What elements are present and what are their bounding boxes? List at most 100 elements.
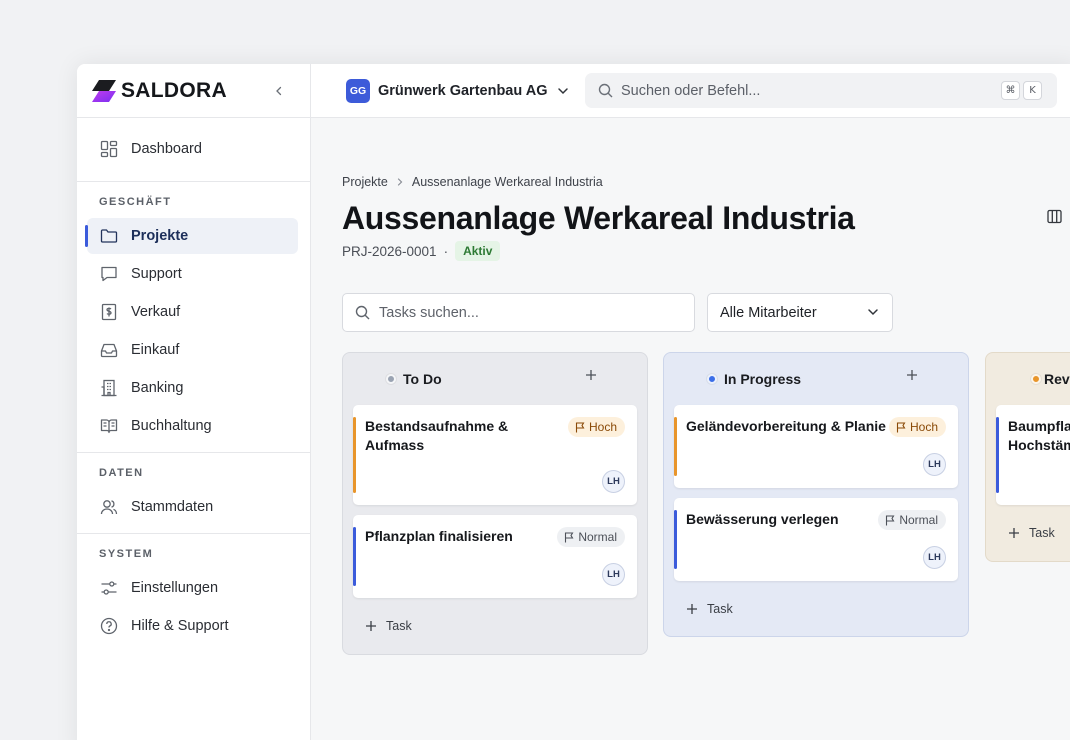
task-title: Baumpflanzung Hochstämme <box>1008 418 1070 453</box>
chevron-down-icon <box>867 306 879 318</box>
sidebar-item-buchhaltung[interactable]: Buchhaltung <box>87 408 298 444</box>
task-card[interactable]: Geländevorbereitung & Planie Hoch LH <box>674 405 958 488</box>
sidebar-item-stammdaten[interactable]: Stammdaten <box>87 489 298 525</box>
global-search[interactable]: ⌘ K <box>585 73 1057 108</box>
collapse-sidebar-button[interactable] <box>270 82 288 100</box>
columns-view-button[interactable] <box>1047 209 1062 224</box>
priority-bar <box>353 417 356 493</box>
breadcrumb-current: Aussenanlage Werkareal Industria <box>411 175 603 189</box>
sidebar-item-label: Projekte <box>131 228 189 244</box>
sidebar-item-verkauf[interactable]: Verkauf <box>87 294 298 330</box>
sidebar-item-label: Verkauf <box>131 304 181 320</box>
task-card[interactable]: Bestandsaufnahme & Aufmass Hoch LH <box>353 405 637 505</box>
task-search[interactable] <box>342 293 695 332</box>
column-title: To Do <box>403 371 442 387</box>
add-task-label: Task <box>707 602 733 616</box>
sidebar-item-einstellungen[interactable]: Einstellungen <box>87 570 298 606</box>
task-search-input[interactable] <box>379 304 679 321</box>
project-id: PRJ-2026-0001 <box>342 243 437 259</box>
sidebar-item-einkauf[interactable]: Einkauf <box>87 332 298 368</box>
priority-bar <box>674 510 677 569</box>
help-circle-icon <box>99 616 119 636</box>
assignee-filter-select[interactable]: Alle Mitarbeiter <box>707 293 893 332</box>
plus-icon <box>366 621 376 631</box>
sidebar-item-label: Banking <box>131 380 184 396</box>
status-dot <box>1031 374 1041 384</box>
section-title-system: SYSTEM <box>99 548 154 560</box>
priority-bar <box>674 417 677 476</box>
chevron-left-icon <box>276 86 282 96</box>
add-card-button[interactable] <box>585 369 597 381</box>
add-task-button[interactable]: Task <box>996 515 1070 551</box>
priority-label: Normal <box>899 513 938 527</box>
assignee-avatar[interactable]: LH <box>923 546 946 569</box>
breadcrumb: Projekte Aussenanlage Werkareal Industri… <box>342 175 603 189</box>
columns-icon <box>1047 209 1062 224</box>
sidebar-item-support[interactable]: Support <box>87 256 298 292</box>
company-name: Grünwerk Gartenbau AG <box>378 82 548 99</box>
company-switcher[interactable]: GG Grünwerk Gartenbau AG <box>346 78 569 103</box>
add-task-label: Task <box>1029 526 1055 540</box>
assignee-avatar[interactable]: LH <box>923 453 946 476</box>
global-search-input[interactable] <box>621 82 981 99</box>
sidebar: SALDORA Dashboard GESCHÄFT Projekte Supp… <box>77 64 311 740</box>
add-card-button[interactable] <box>906 369 918 381</box>
saldora-logo <box>92 79 116 102</box>
add-task-button[interactable]: Task <box>353 608 637 644</box>
priority-label: Hoch <box>588 420 617 434</box>
sidebar-item-label: Einkauf <box>131 342 180 358</box>
app-window: SALDORA Dashboard GESCHÄFT Projekte Supp… <box>77 64 1070 740</box>
priority-badge: Hoch <box>567 417 625 437</box>
task-card[interactable]: Pflanzplan finalisieren Normal LH <box>353 515 637 598</box>
sidebar-item-label: Stammdaten <box>131 499 214 515</box>
flag-icon <box>565 531 574 542</box>
search-icon <box>355 305 370 320</box>
building-icon <box>99 378 119 398</box>
section-title-geschaeft: GESCHÄFT <box>99 196 172 208</box>
shortcut-key-cmd: ⌘ <box>1001 81 1020 100</box>
users-icon <box>99 497 119 517</box>
project-meta: PRJ-2026-0001 · Aktiv <box>342 241 501 261</box>
column-header: In Progress <box>674 353 958 405</box>
folder-icon <box>99 226 119 246</box>
task-card[interactable]: Baumpflanzung Hochstämme <box>996 405 1070 505</box>
task-card[interactable]: Bewässerung verlegen Normal LH <box>674 498 958 581</box>
inbox-tray-icon <box>99 340 119 360</box>
breadcrumb-projekte-link[interactable]: Projekte <box>342 175 388 189</box>
priority-label: Hoch <box>909 420 938 434</box>
plus-icon <box>1009 528 1019 538</box>
assignee-avatar[interactable]: LH <box>602 563 625 586</box>
sliders-icon <box>99 578 119 598</box>
chevron-down-icon <box>557 85 569 97</box>
status-badge: Aktiv <box>455 241 501 261</box>
priority-label: Normal <box>578 530 617 544</box>
sidebar-item-label: Hilfe & Support <box>131 618 229 634</box>
sidebar-item-banking[interactable]: Banking <box>87 370 298 406</box>
flag-icon <box>896 421 906 432</box>
priority-bar <box>996 417 999 493</box>
assignee-avatar[interactable]: LH <box>602 470 625 493</box>
sidebar-item-label: Support <box>131 266 182 282</box>
kanban-column-review: Review Baumpflanzung Hochstämme Task <box>985 352 1070 562</box>
kanban-column-todo: To Do Bestandsaufnahme & Aufmass Hoch LH… <box>342 352 648 655</box>
column-header: To Do <box>353 353 637 405</box>
status-dot <box>707 374 717 384</box>
sidebar-item-hilfe-support[interactable]: Hilfe & Support <box>87 608 298 644</box>
sidebar-item-dashboard[interactable]: Dashboard <box>87 131 298 167</box>
plus-icon <box>687 604 697 614</box>
shortcut-key-k: K <box>1023 81 1042 100</box>
sidebar-item-label: Buchhaltung <box>131 418 212 434</box>
sidebar-item-label: Einstellungen <box>131 580 219 596</box>
priority-bar <box>353 527 356 586</box>
status-dot <box>386 374 396 384</box>
topbar: GG Grünwerk Gartenbau AG ⌘ K <box>311 64 1070 118</box>
priority-badge: Normal <box>878 510 946 530</box>
open-book-icon <box>99 416 119 436</box>
add-task-label: Task <box>386 619 412 633</box>
add-task-button[interactable]: Task <box>674 591 958 627</box>
sidebar-item-projekte[interactable]: Projekte <box>85 218 298 254</box>
main-content: Projekte Aussenanlage Werkareal Industri… <box>311 118 1070 740</box>
flag-icon <box>575 421 585 432</box>
kanban-column-in-progress: In Progress Geländevorbereitung & Planie… <box>663 352 969 637</box>
meta-separator: · <box>443 243 449 259</box>
